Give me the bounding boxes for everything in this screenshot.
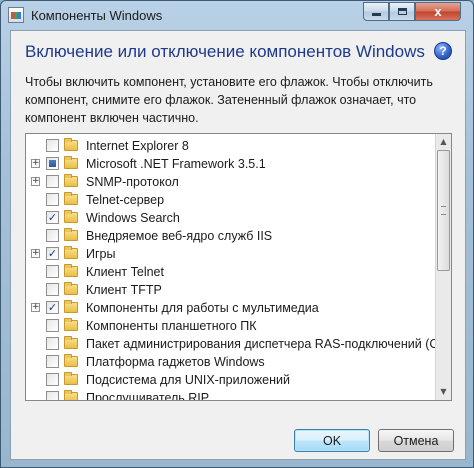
feature-checkbox[interactable] bbox=[46, 319, 59, 332]
folder-icon bbox=[64, 354, 78, 367]
feature-label: Telnet-сервер bbox=[86, 193, 165, 207]
feature-label: Internet Explorer 8 bbox=[86, 139, 189, 153]
instructions-text: Чтобы включить компонент, установите его… bbox=[25, 75, 433, 125]
feature-row[interactable]: Клиент TFTP bbox=[26, 281, 436, 299]
scroll-up-arrow-icon[interactable]: ▲ bbox=[436, 134, 451, 150]
maximize-button[interactable] bbox=[389, 2, 415, 21]
expand-icon[interactable]: + bbox=[31, 159, 40, 168]
scroll-thumb[interactable] bbox=[437, 150, 450, 271]
feature-checkbox[interactable] bbox=[46, 373, 59, 386]
feature-checkbox[interactable]: ✓ bbox=[46, 247, 59, 260]
feature-checkbox[interactable] bbox=[46, 157, 59, 170]
folder-icon bbox=[64, 264, 78, 277]
features-tree[interactable]: Internet Explorer 8 + Microsoft .NET Frame… bbox=[25, 133, 452, 401]
feature-label: Пакет администрирования диспетчера RAS-п… bbox=[86, 337, 449, 351]
folder-icon bbox=[64, 192, 78, 205]
feature-row[interactable]: + SNMP-протокол bbox=[26, 173, 436, 191]
folder-icon bbox=[64, 300, 78, 313]
folder-icon bbox=[64, 282, 78, 295]
feature-row[interactable]: Telnet-сервер bbox=[26, 191, 436, 209]
feature-label: Компоненты планшетного ПК bbox=[86, 319, 257, 333]
feature-checkbox[interactable] bbox=[46, 265, 59, 278]
feature-checkbox[interactable] bbox=[46, 139, 59, 152]
feature-label: Windows Search bbox=[86, 211, 180, 225]
folder-icon bbox=[64, 210, 78, 223]
feature-checkbox[interactable] bbox=[46, 193, 59, 206]
ok-button[interactable]: OK bbox=[294, 429, 370, 452]
folder-icon bbox=[64, 390, 78, 400]
window-title: Компоненты Windows bbox=[31, 8, 163, 23]
expand-icon[interactable]: + bbox=[31, 177, 40, 186]
feature-row[interactable]: + ✓ Компоненты для работы с мультимедиа bbox=[26, 299, 436, 317]
folder-icon bbox=[64, 318, 78, 331]
feature-checkbox[interactable] bbox=[46, 355, 59, 368]
feature-row[interactable]: Компоненты планшетного ПК bbox=[26, 317, 436, 335]
folder-icon bbox=[64, 372, 78, 385]
feature-label: Клиент Telnet bbox=[86, 265, 164, 279]
feature-row[interactable]: + Microsoft .NET Framework 3.5.1 bbox=[26, 155, 436, 173]
feature-row[interactable]: ✓ Windows Search bbox=[26, 209, 436, 227]
feature-checkbox[interactable]: ✓ bbox=[46, 211, 59, 224]
feature-label: Прослушиватель RIP bbox=[86, 391, 210, 401]
maximize-icon bbox=[397, 8, 407, 15]
windows-features-icon bbox=[8, 7, 24, 23]
feature-row[interactable]: Пакет администрирования диспетчера RAS-п… bbox=[26, 335, 449, 353]
folder-icon bbox=[64, 336, 78, 349]
feature-label: SNMP-протокол bbox=[86, 175, 179, 189]
feature-row[interactable]: + ✓ Игры bbox=[26, 245, 436, 263]
feature-row[interactable]: Внедряемое веб-ядро служб IIS bbox=[26, 227, 436, 245]
scroll-down-arrow-icon[interactable]: ▼ bbox=[436, 384, 451, 400]
feature-row[interactable]: Платформа гаджетов Windows bbox=[26, 353, 436, 371]
feature-label: Клиент TFTP bbox=[86, 283, 162, 297]
feature-checkbox[interactable]: ✓ bbox=[46, 301, 59, 314]
folder-icon bbox=[64, 228, 78, 241]
expand-icon[interactable]: + bbox=[31, 249, 40, 258]
feature-checkbox[interactable] bbox=[46, 337, 59, 350]
feature-label: Microsoft .NET Framework 3.5.1 bbox=[86, 157, 266, 171]
title-bar[interactable]: Компоненты Windows x bbox=[1, 1, 473, 31]
minimize-button[interactable] bbox=[363, 2, 389, 21]
feature-label: Компоненты для работы с мультимедиа bbox=[86, 301, 319, 315]
expand-icon[interactable]: + bbox=[31, 303, 40, 312]
folder-icon bbox=[64, 246, 78, 259]
dialog-content: Включение или отключение компонентов Win… bbox=[10, 30, 466, 460]
feature-checkbox[interactable] bbox=[46, 229, 59, 242]
feature-row[interactable]: Клиент Telnet bbox=[26, 263, 436, 281]
page-title: Включение или отключение компонентов Win… bbox=[25, 42, 425, 61]
help-icon[interactable]: ? bbox=[434, 42, 452, 60]
feature-checkbox[interactable] bbox=[46, 175, 59, 188]
folder-icon bbox=[64, 138, 78, 151]
dialog-window: Компоненты Windows x Включение или отклю… bbox=[0, 0, 474, 468]
feature-checkbox[interactable] bbox=[46, 283, 59, 296]
folder-icon bbox=[64, 156, 78, 169]
feature-label: Платформа гаджетов Windows bbox=[86, 355, 265, 369]
vertical-scrollbar[interactable]: ▲ ▼ bbox=[435, 134, 451, 400]
feature-row[interactable]: Internet Explorer 8 bbox=[26, 137, 436, 155]
feature-label: Игры bbox=[86, 247, 116, 261]
feature-label: Внедряемое веб-ядро служб IIS bbox=[86, 229, 273, 243]
feature-row[interactable]: Подсистема для UNIX-приложений bbox=[26, 371, 436, 389]
feature-checkbox[interactable] bbox=[46, 391, 59, 400]
cancel-button[interactable]: Отмена bbox=[378, 429, 454, 452]
folder-icon bbox=[64, 174, 78, 187]
close-button[interactable]: x bbox=[415, 2, 461, 21]
close-icon: x bbox=[434, 4, 442, 19]
minimize-icon bbox=[371, 13, 381, 16]
feature-row[interactable]: Прослушиватель RIP bbox=[26, 389, 436, 401]
feature-label: Подсистема для UNIX-приложений bbox=[86, 373, 290, 387]
